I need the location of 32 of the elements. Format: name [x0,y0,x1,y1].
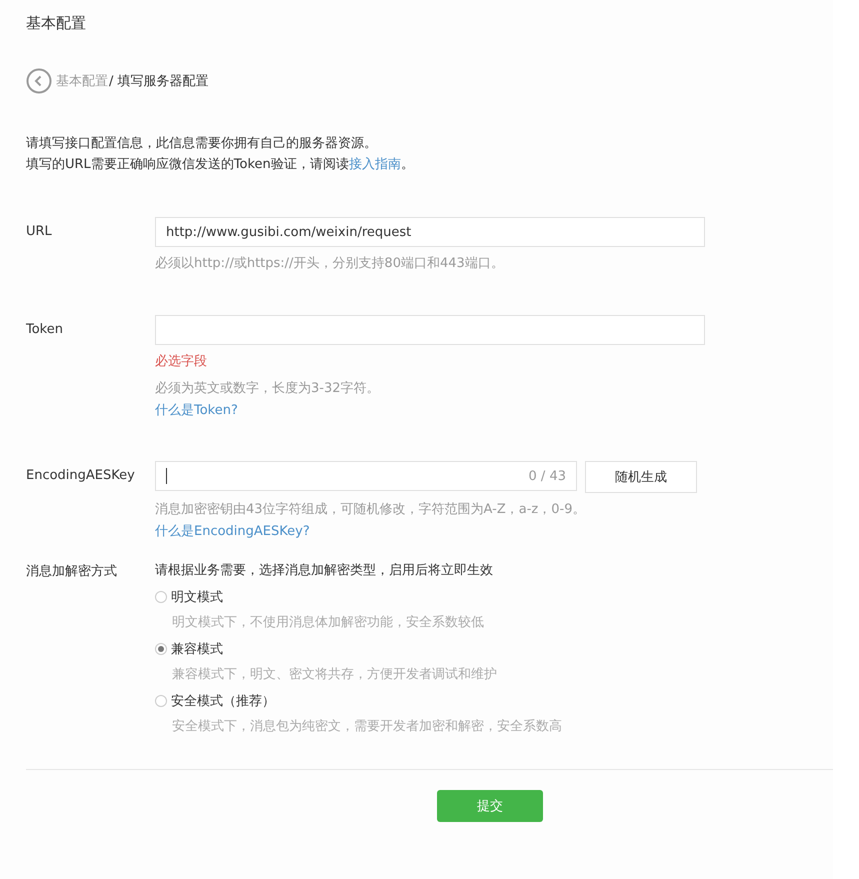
intro-text: 请填写接口配置信息，此信息需要你拥有自己的服务器资源。 [26,135,378,153]
breadcrumb-link[interactable]: 基本配置 [56,72,108,90]
input-field[interactable]: 0 / 43 [155,461,577,491]
input-field[interactable] [155,315,705,345]
character-counter: 0 / 43 [528,468,566,484]
field-label: EncodingAESKey [26,467,136,485]
radio-button[interactable] [155,695,167,707]
field-hint: 消息加密密钥由43位字符组成，可随机修改，字符范围为A-Z，a-z，0-9。 [155,501,586,519]
field-label: URL [26,223,53,241]
radio-label[interactable]: 明文模式 [171,588,223,606]
radio-button[interactable] [155,591,167,603]
help-link[interactable]: 什么是EncodingAESKey? [155,522,310,540]
guide-link[interactable]: 接入指南 [348,157,401,172]
breadcrumb-current: / 填写服务器配置 [109,73,209,90]
field-hint: 必须以http://或https://开头，分别支持80端口和443端口。 [155,255,505,273]
generate-button[interactable]: 随机生成 [585,461,697,493]
page-title: 基本配置 [26,13,87,33]
radio-label[interactable]: 安全模式（推荐） [171,692,275,710]
submit-button[interactable]: 提交 [437,790,543,822]
option-description: 明文模式下，不使用消息体加解密功能，安全系数较低 [172,614,485,632]
error-message: 必选字段 [155,353,208,371]
field-hint: 必须为英文或数字，长度为3-32字符。 [155,380,381,398]
intro-text: 填写的URL需要正确响应微信发送的Token验证，请阅读接入指南。 [26,156,415,174]
input-field[interactable]: http://www.gusibi.com/weixin/request [155,217,705,247]
help-link[interactable]: 什么是Token? [155,401,238,419]
radio-label[interactable]: 兼容模式 [171,640,223,658]
instruction-text: 请根据业务需要，选择消息加解密类型，启用后将立即生效 [155,562,494,580]
field-label: 消息加解密方式 [26,563,118,581]
option-description: 兼容模式下，明文、密文将共存，方便开发者调试和维护 [172,666,498,684]
option-description: 安全模式下，消息包为纯密文，需要开发者加密和解密，安全系数高 [172,718,563,736]
field-label: Token [26,321,64,339]
radio-button[interactable] [155,643,167,655]
